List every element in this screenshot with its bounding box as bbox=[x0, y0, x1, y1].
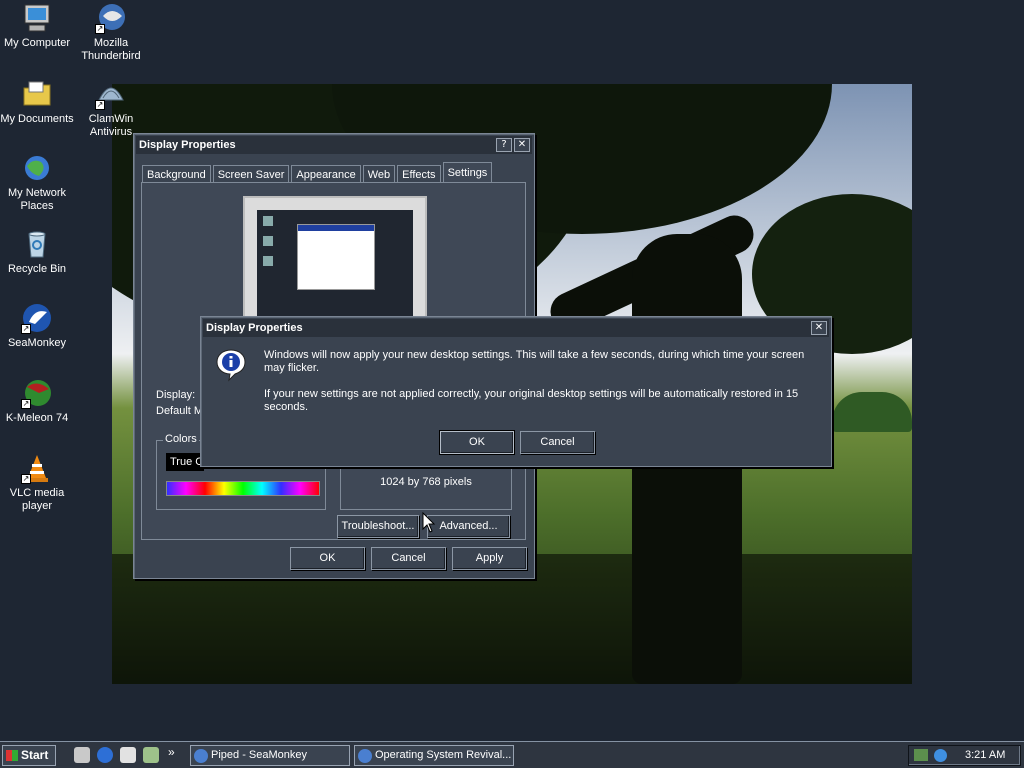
taskbar-button-piped-seamonkey[interactable]: Piped - SeaMonkey bbox=[190, 745, 350, 766]
resolution-text: 1024 by 768 pixels bbox=[380, 476, 472, 488]
task-label: Piped - SeaMonkey bbox=[211, 749, 307, 761]
desktop-icon-recycle-bin[interactable]: Recycle Bin bbox=[0, 228, 74, 276]
dialog-title: Display Properties bbox=[206, 322, 303, 334]
folder-icon bbox=[21, 78, 53, 110]
recycle-bin-icon bbox=[21, 228, 53, 260]
display-label: Display: bbox=[156, 389, 196, 401]
color-spectrum-bar bbox=[166, 481, 320, 496]
seamonkey-icon: ↗ bbox=[21, 302, 53, 334]
close-button[interactable]: ✕ bbox=[514, 138, 530, 152]
desktop-icon-network-places[interactable]: My Network Places bbox=[0, 152, 74, 213]
show-desktop-icon[interactable] bbox=[74, 747, 90, 763]
desktop-icon-vlc[interactable]: ↗ VLC media player bbox=[0, 452, 74, 513]
taskbar: Start » Piped - SeaMonkey Operating Syst… bbox=[0, 741, 1024, 768]
advanced-button[interactable]: Advanced... bbox=[427, 515, 510, 538]
dialog-titlebar[interactable]: Display Properties ✕ bbox=[203, 319, 829, 337]
desktop-icon-kmeleon[interactable]: ↗ K-Meleon 74 bbox=[0, 377, 74, 425]
info-icon bbox=[215, 348, 247, 385]
cancel-button[interactable]: Cancel bbox=[371, 547, 446, 570]
desktop-icon-label: My Documents bbox=[0, 113, 74, 125]
network-tray-icon[interactable] bbox=[914, 749, 928, 761]
desktop-icon-label: Recycle Bin bbox=[7, 263, 67, 275]
apply-button[interactable]: Apply bbox=[452, 547, 527, 570]
dialog-message-primary: Windows will now apply your new desktop … bbox=[264, 349, 805, 374]
dialog-cancel-button[interactable]: Cancel bbox=[520, 431, 595, 454]
dialog-message-secondary: If your new settings are not applied cor… bbox=[264, 388, 799, 413]
help-button[interactable]: ? bbox=[496, 138, 512, 152]
start-label: Start bbox=[21, 748, 49, 762]
computer-icon bbox=[21, 2, 53, 34]
desktop-icon-my-documents[interactable]: My Documents bbox=[0, 78, 74, 126]
ok-button[interactable]: OK bbox=[290, 547, 365, 570]
colors-select[interactable]: True C bbox=[166, 453, 204, 471]
monitor-preview bbox=[243, 196, 427, 326]
clamwin-icon: ↗ bbox=[95, 78, 127, 110]
desktop-icon-my-computer[interactable]: My Computer bbox=[0, 2, 74, 50]
desktop-icon-thunderbird[interactable]: ↗ Mozilla Thunderbird bbox=[74, 2, 148, 63]
tab-settings[interactable]: Settings bbox=[442, 162, 493, 184]
vlc-icon: ↗ bbox=[21, 452, 53, 484]
media-icon[interactable] bbox=[143, 747, 159, 763]
system-tray: 3:21 AM bbox=[908, 745, 1021, 766]
ie-icon[interactable] bbox=[97, 747, 113, 763]
outlook-express-icon[interactable] bbox=[120, 747, 136, 763]
taskbar-button-os-revival[interactable]: Operating System Revival... bbox=[354, 745, 514, 766]
windows-flag-icon bbox=[6, 750, 18, 761]
desktop-icon-label: My Network Places bbox=[7, 187, 67, 212]
mouse-cursor bbox=[422, 511, 436, 537]
network-icon bbox=[21, 152, 53, 184]
desktop-icon-label: My Computer bbox=[3, 37, 71, 49]
start-button[interactable]: Start bbox=[2, 745, 56, 766]
display-value: Default M bbox=[156, 405, 204, 417]
window-title: Display Properties bbox=[139, 139, 236, 151]
desktop-icon-seamonkey[interactable]: ↗ SeaMonkey bbox=[0, 302, 74, 350]
colors-label: Colors bbox=[163, 433, 199, 445]
kmeleon-icon: ↗ bbox=[21, 377, 53, 409]
desktop-icon-label: Mozilla Thunderbird bbox=[81, 37, 141, 62]
clock[interactable]: 3:21 AM bbox=[965, 749, 1005, 761]
tab-strip: Background Screen Saver Appearance Web E… bbox=[142, 162, 494, 184]
seamonkey-icon bbox=[358, 749, 372, 763]
seamonkey-icon bbox=[194, 749, 208, 763]
desktop-icon-label: VLC media player bbox=[9, 487, 65, 512]
thunderbird-icon: ↗ bbox=[95, 2, 127, 34]
troubleshoot-button[interactable]: Troubleshoot... bbox=[337, 515, 419, 538]
quicklaunch-chevron[interactable]: » bbox=[168, 745, 175, 759]
dialog-ok-button[interactable]: OK bbox=[439, 430, 515, 455]
window-titlebar[interactable]: Display Properties ? ✕ bbox=[136, 136, 532, 154]
task-label: Operating System Revival... bbox=[375, 749, 512, 761]
desktop-icon-label: SeaMonkey bbox=[7, 337, 67, 349]
confirm-dialog: Display Properties ✕ Windows will now ap… bbox=[200, 316, 832, 467]
update-tray-icon[interactable] bbox=[934, 749, 947, 762]
desktop-icon-label: K-Meleon 74 bbox=[5, 412, 69, 424]
desktop-icon-clamwin[interactable]: ↗ ClamWin Antivirus bbox=[74, 78, 148, 139]
dialog-close-button[interactable]: ✕ bbox=[811, 321, 827, 335]
